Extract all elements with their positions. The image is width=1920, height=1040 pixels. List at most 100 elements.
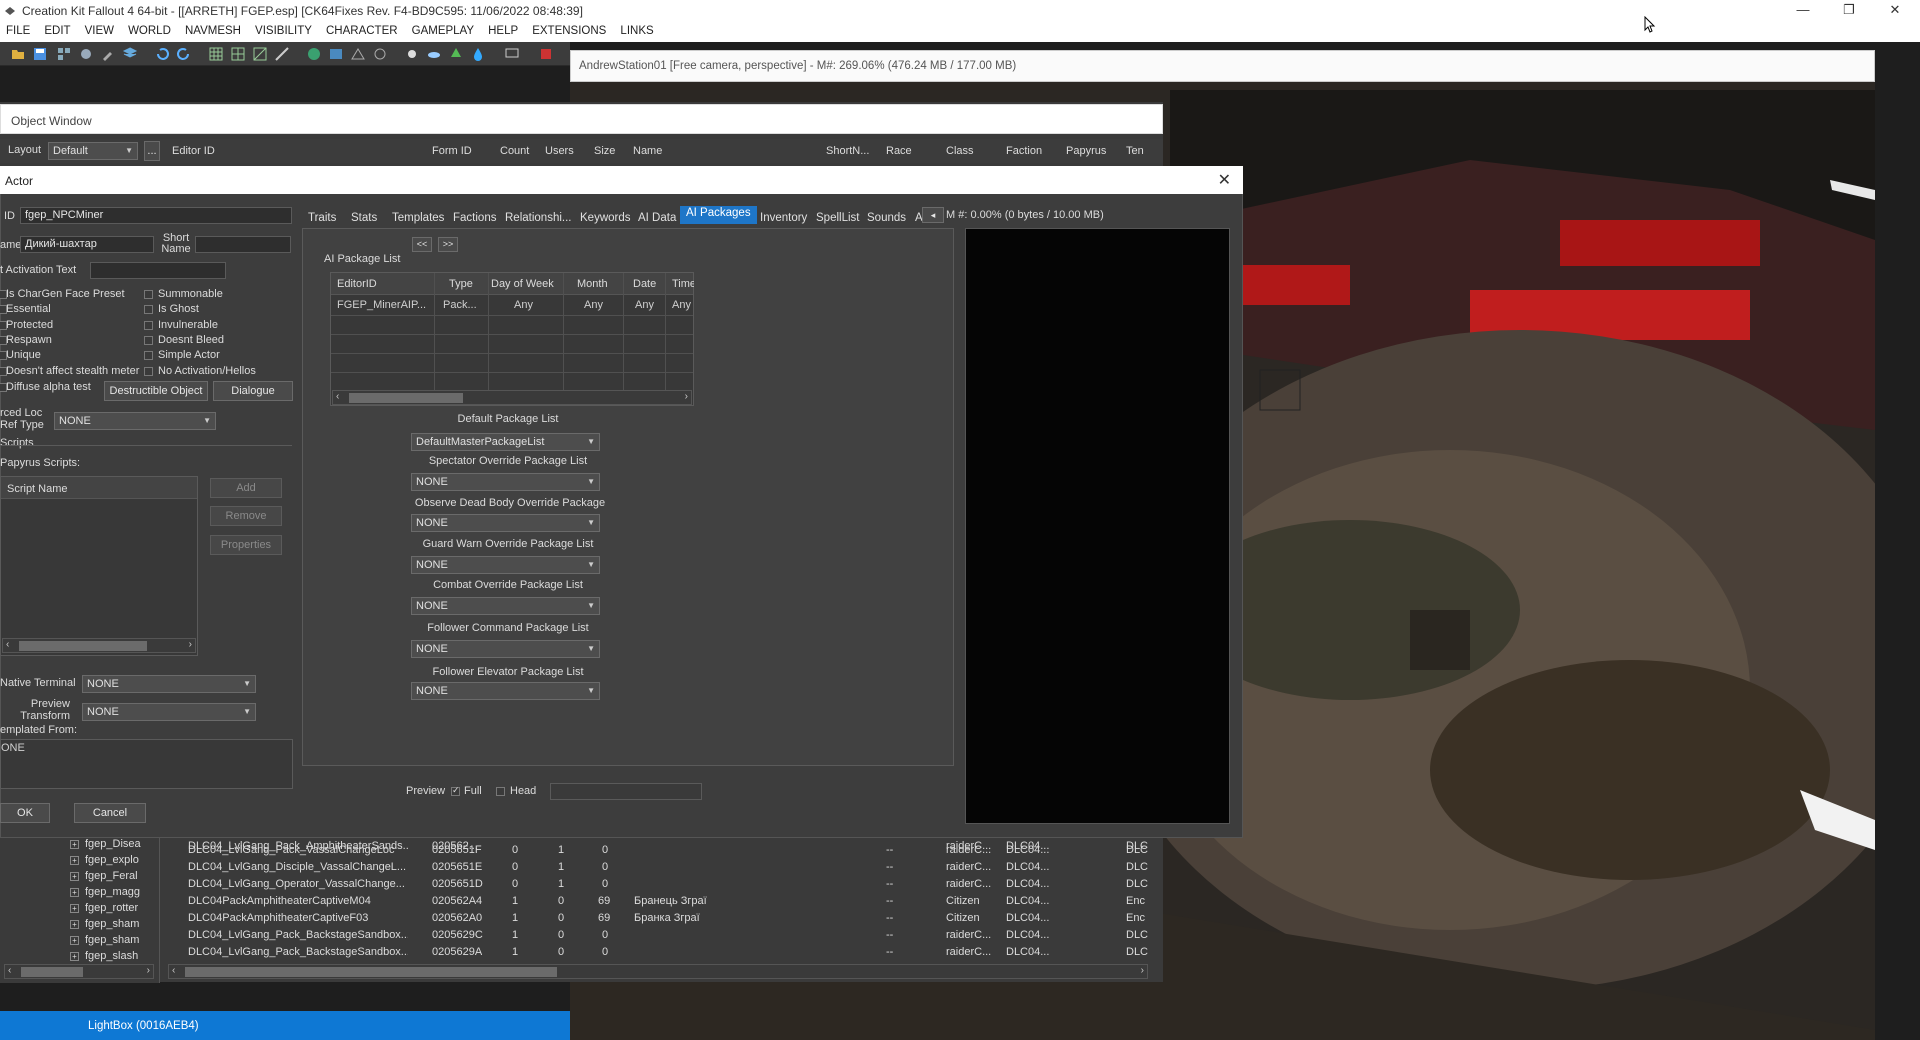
menu-links[interactable]: LINKS	[614, 22, 658, 37]
short-name-field[interactable]	[195, 236, 291, 253]
follower-command-select[interactable]: NONE ▼	[411, 640, 600, 658]
scroll-left-icon[interactable]: ‹	[172, 965, 175, 976]
scroll-thumb[interactable]	[19, 641, 147, 651]
destructible-object-button[interactable]: Destructible Object	[104, 381, 208, 401]
object-icon[interactable]	[78, 46, 94, 62]
scroll-right-icon[interactable]: ›	[147, 965, 150, 976]
scroll-thumb[interactable]	[349, 393, 463, 403]
tree-item[interactable]: + fgep_Feral	[70, 870, 138, 882]
column-form-id[interactable]: Form ID	[432, 145, 472, 157]
close-button[interactable]: ✕	[1872, 0, 1918, 22]
tree-item[interactable]: + fgep_magg	[70, 886, 140, 898]
data-files-icon[interactable]	[56, 46, 72, 62]
grid-icon[interactable]	[208, 46, 224, 62]
snap-angle-icon[interactable]	[252, 46, 268, 62]
pkg-col-editorid[interactable]: EditorID	[337, 278, 377, 290]
scroll-thumb[interactable]	[21, 967, 83, 977]
chat-icon[interactable]	[504, 46, 520, 62]
save-icon[interactable]	[32, 46, 48, 62]
scroll-right-icon[interactable]: ›	[1141, 965, 1144, 976]
remove-script-button[interactable]: Remove	[210, 506, 282, 526]
expand-icon[interactable]: +	[70, 935, 79, 945]
snap-grid-icon[interactable]	[230, 46, 246, 62]
column-class[interactable]: Class	[946, 145, 974, 157]
add-script-button[interactable]: Add	[210, 478, 282, 498]
name-field[interactable]: Дикий-шахтар	[20, 236, 154, 253]
tab-ai-data[interactable]: AI Data	[638, 210, 676, 228]
expand-icon[interactable]: +	[70, 855, 79, 865]
invulnerable-checkbox[interactable]	[144, 321, 153, 330]
ai-package-hscrollbar[interactable]: ‹ ›	[332, 390, 692, 405]
expand-icon[interactable]: +	[70, 903, 79, 913]
prev-button[interactable]: <<	[412, 237, 432, 252]
script-name-header[interactable]: Script Name	[7, 483, 68, 495]
tools-icon[interactable]	[100, 46, 116, 62]
preview-transform-select[interactable]: NONE ▼	[82, 703, 256, 721]
ghost-checkbox[interactable]	[144, 305, 153, 314]
full-checkbox[interactable]: ✓	[451, 785, 460, 796]
pkg-col-month[interactable]: Month	[577, 278, 608, 290]
scroll-left-icon[interactable]: ‹	[8, 965, 11, 976]
tab-relationships[interactable]: Relationshi...	[505, 210, 571, 228]
scroll-left-icon[interactable]: ‹	[6, 639, 9, 650]
tab-scroll-left[interactable]: ◂	[922, 207, 944, 223]
no-activation-checkbox[interactable]	[144, 367, 153, 376]
menu-world[interactable]: WORLD	[122, 22, 176, 37]
table-row[interactable]: DLC04_LvlGang_Disciple_VassalChangeL... 0…	[168, 859, 1163, 876]
preview-render[interactable]	[965, 228, 1230, 824]
scroll-right-icon[interactable]: ›	[189, 639, 192, 650]
pkg-col-time[interactable]: Time	[672, 278, 694, 290]
tab-sounds[interactable]: Sounds	[867, 210, 906, 228]
tab-inventory[interactable]: Inventory	[760, 210, 807, 228]
pkg-col-date[interactable]: Date	[633, 278, 656, 290]
water-icon[interactable]	[470, 46, 486, 62]
column-short-name[interactable]: ShortN...	[826, 145, 869, 157]
pkg-col-day[interactable]: Day of Week	[491, 278, 554, 290]
tree-item[interactable]: + fgep_rotter	[70, 902, 138, 914]
column-race[interactable]: Race	[886, 145, 912, 157]
navmesh-icon[interactable]	[350, 46, 366, 62]
layout-select[interactable]: Default ▼	[48, 142, 138, 160]
column-faction[interactable]: Faction	[1006, 145, 1042, 157]
observe-dead-body-select[interactable]: NONE ▼	[411, 514, 600, 532]
tree-item[interactable]: + fgep_slash	[70, 950, 138, 962]
menu-help[interactable]: HELP	[482, 22, 523, 37]
refresh-icon[interactable]	[372, 46, 388, 62]
guard-warn-select[interactable]: NONE ▼	[411, 556, 600, 574]
expand-icon[interactable]: +	[70, 887, 79, 897]
table-row[interactable]: DLC04_LvlGang_Operator_VassalChange... 02…	[168, 876, 1163, 893]
pkg-col-type[interactable]: Type	[449, 278, 473, 290]
tab-traits[interactable]: Traits	[308, 210, 336, 228]
tab-factions[interactable]: Factions	[453, 210, 496, 228]
spectator-override-select[interactable]: NONE ▼	[411, 473, 600, 491]
expand-icon[interactable]: +	[70, 839, 79, 849]
column-ten[interactable]: Ten	[1126, 145, 1144, 157]
column-users[interactable]: Users	[545, 145, 574, 157]
table-row[interactable]: FGEP_MinerAIP... Pack... Any Any Any Any	[331, 297, 693, 315]
menu-gameplay[interactable]: GAMEPLAY	[406, 22, 479, 37]
scripts-list[interactable]: Script Name	[0, 476, 198, 656]
activation-text-field[interactable]	[90, 262, 226, 279]
menu-extensions[interactable]: EXTENSIONS	[526, 22, 611, 37]
scripts-hscrollbar[interactable]: ‹ ›	[2, 638, 196, 653]
table-row[interactable]: DLC04_LvlGang_Pack_BackstageSandbox... 02…	[168, 944, 1163, 961]
tab-spelllist[interactable]: SpellList	[816, 210, 859, 228]
tree-item[interactable]: + fgep_explo	[70, 854, 139, 866]
table-row[interactable]: DLC04_LvlGang_Pack_BackstageSandbox... 02…	[168, 927, 1163, 944]
table-row[interactable]: DLC04PackAmphitheaterCaptiveM04 020562A4 1…	[168, 893, 1163, 910]
stop-icon[interactable]	[538, 46, 554, 62]
id-field[interactable]: fgep_NPCMiner	[20, 207, 292, 224]
expand-icon[interactable]: +	[70, 951, 79, 961]
menu-view[interactable]: VIEW	[79, 22, 119, 37]
layers-icon[interactable]	[122, 46, 138, 62]
doesnt-bleed-checkbox[interactable]	[144, 336, 153, 345]
column-size[interactable]: Size	[594, 145, 615, 157]
minimize-button[interactable]: —	[1780, 0, 1826, 22]
open-folder-icon[interactable]	[10, 46, 26, 62]
ai-package-grid[interactable]: EditorID Type Day of Week Month Date Tim…	[330, 272, 694, 406]
tree-item[interactable]: + fgep_sham	[70, 918, 139, 930]
summonable-checkbox[interactable]	[144, 290, 153, 299]
object-list-hscrollbar[interactable]: ‹ ›	[168, 964, 1148, 979]
measure-icon[interactable]	[274, 46, 290, 62]
tab-templates[interactable]: Templates	[392, 210, 444, 228]
